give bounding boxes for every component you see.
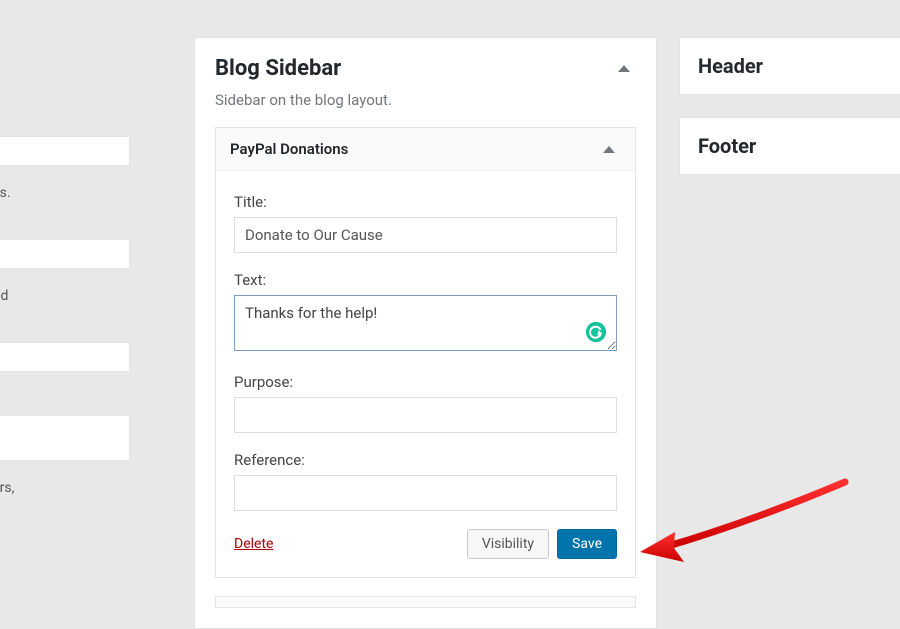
widget-area-footer[interactable]: Footer [679, 117, 900, 175]
widget-header[interactable]: PayPal Donations [216, 128, 635, 171]
collapse-icon[interactable] [603, 146, 615, 153]
title-label: Title: [234, 193, 617, 211]
left-partial-widgets: widget and ur site's Posts. th avatars a… [0, 75, 130, 504]
visibility-button[interactable]: Visibility [467, 529, 549, 559]
widget-area-title: Footer [698, 134, 886, 158]
widget-area-header[interactable]: Header [679, 37, 900, 95]
right-widget-areas: Header Footer [679, 37, 900, 197]
left-widget-item[interactable] [0, 342, 130, 372]
collapse-icon[interactable] [618, 65, 630, 72]
save-button[interactable]: Save [557, 529, 617, 559]
left-desc-fragment: location, hours, [0, 473, 130, 504]
left-widget-item[interactable] [0, 136, 130, 166]
title-input[interactable] [234, 217, 617, 253]
grammarly-icon[interactable] [585, 321, 607, 343]
text-textarea[interactable] [234, 295, 617, 351]
left-desc-fragment: widget and [0, 75, 130, 106]
widget-collapsed[interactable] [215, 596, 636, 608]
left-desc-fragment: th avatars and [0, 281, 130, 312]
widget-area-description: Sidebar on the blog layout. [215, 91, 636, 109]
delete-link[interactable]: Delete [234, 536, 273, 552]
widget-title: PayPal Donations [230, 140, 348, 158]
widget-paypal-donations: PayPal Donations Title: Text: [215, 127, 636, 578]
purpose-label: Purpose: [234, 373, 617, 391]
left-widget-item[interactable] [0, 239, 130, 269]
text-label: Text: [234, 271, 617, 289]
reference-label: Reference: [234, 451, 617, 469]
left-widget-item-jetpack[interactable]: etpack) [0, 415, 130, 461]
left-desc-fragment: Posts. [0, 384, 130, 415]
widget-area-title: Header [698, 54, 886, 78]
widget-form: Title: Text: Purpose: [216, 171, 635, 577]
widget-area-blog-sidebar: Blog Sidebar Sidebar on the blog layout.… [194, 37, 657, 629]
reference-input[interactable] [234, 475, 617, 511]
left-desc-fragment: ur site's Posts. [0, 178, 130, 209]
purpose-input[interactable] [234, 397, 617, 433]
widget-area-title: Blog Sidebar [215, 56, 341, 81]
